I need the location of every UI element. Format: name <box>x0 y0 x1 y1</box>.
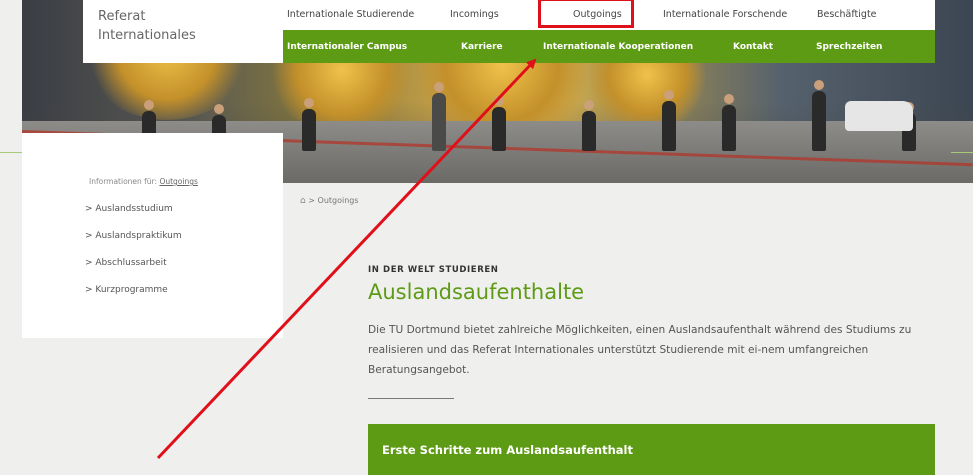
intro-text: Die TU Dortmund bietet zahlreiche Möglic… <box>368 324 912 376</box>
breadcrumb-current[interactable]: Outgoings <box>318 196 359 205</box>
main-nav-bottom: Internationaler Campus Karriere Internat… <box>283 30 935 63</box>
sidebar-item-study-abroad[interactable]: > Auslandsstudium <box>85 204 173 214</box>
accordion-first-steps[interactable]: Erste Schritte zum Auslandsaufenthalt <box>368 424 935 475</box>
logo-line-2: Internationales <box>98 28 196 43</box>
sidebar: Informationen für: Outgoings > Auslandss… <box>22 133 283 338</box>
nav-employees[interactable]: Beschäftigte <box>817 9 877 20</box>
nav-outgoings[interactable]: Outgoings <box>573 9 622 20</box>
sidebar-item-short-programs[interactable]: > Kurzprogramme <box>85 285 168 295</box>
breadcrumb-separator: > <box>308 196 315 205</box>
nav-incomings[interactable]: Incomings <box>450 9 499 20</box>
sidebar-item-thesis[interactable]: > Abschlussarbeit <box>85 258 167 268</box>
divider-line-left <box>0 152 22 153</box>
nav-international-students[interactable]: Internationale Studierende <box>287 9 414 20</box>
content-divider <box>368 398 454 399</box>
sidebar-info: Informationen für: Outgoings <box>89 177 198 186</box>
accordion-label: Erste Schritte zum Auslandsaufenthalt <box>382 443 633 457</box>
nav-international-campus[interactable]: Internationaler Campus <box>287 42 407 52</box>
main-nav-top: Internationale Studierende Incomings Out… <box>283 0 935 30</box>
nav-international-researchers[interactable]: Internationale Forschende <box>663 9 787 20</box>
sidebar-info-link[interactable]: Outgoings <box>159 177 197 186</box>
divider-line-right <box>951 152 973 153</box>
page-title: Auslandsaufenthalte <box>368 280 585 304</box>
nav-international-cooperations[interactable]: Internationale Kooperationen <box>543 42 693 52</box>
logo-line-1: Referat <box>98 9 146 24</box>
home-icon[interactable]: ⌂ <box>300 196 306 206</box>
sidebar-item-internship[interactable]: > Auslandspraktikum <box>85 231 182 241</box>
site-logo[interactable]: Referat Internationales <box>83 0 283 63</box>
sidebar-info-label: Informationen für: <box>89 177 158 186</box>
nav-contact[interactable]: Kontakt <box>733 42 773 52</box>
breadcrumb: ⌂ > Outgoings <box>300 196 359 206</box>
nav-career[interactable]: Karriere <box>461 42 503 52</box>
section-kicker: IN DER WELT STUDIEREN <box>368 265 499 275</box>
nav-office-hours[interactable]: Sprechzeiten <box>816 42 882 52</box>
